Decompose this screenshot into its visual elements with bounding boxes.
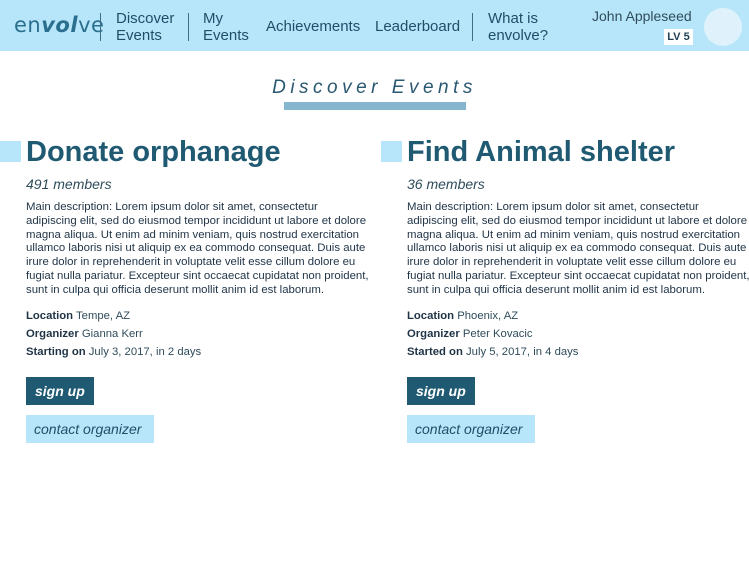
event-location: Location Tempe, AZ [26,309,131,322]
event-card-donate-orphanage: Donate orphanage 491 members Main descri… [0,135,371,443]
level-badge: LV 5 [664,29,693,45]
nav-my-events[interactable]: My Events [203,10,249,44]
event-details: Location Tempe, AZ Organizer Gianna Kerr… [26,307,371,361]
event-organizer: Organizer Gianna Kerr [26,327,143,340]
card-marker [0,141,21,162]
user-avatar[interactable] [704,8,742,46]
event-card-find-animal-shelter: Find Animal shelter 36 members Main desc… [381,135,749,443]
user-name[interactable]: John Appleseed [592,8,692,24]
sign-up-button[interactable]: sign up [407,376,475,405]
card-marker [381,141,402,162]
event-details: Location Phoenix, AZ Organizer Peter Kov… [407,307,749,361]
event-location: Location Phoenix, AZ [407,309,519,322]
nav-leaderboard[interactable]: Leaderboard [375,18,460,35]
top-navigation-bar: envolve Discover Events My Events Achiev… [0,0,749,51]
contact-organizer-button[interactable]: contact organizer [26,414,154,443]
member-count: 491 members [26,176,112,192]
nav-divider [100,13,101,41]
nav-divider [472,13,473,41]
envolve-logo[interactable]: envolve [14,13,104,37]
nav-achievements[interactable]: Achievements [266,18,360,35]
member-count: 36 members [407,176,485,192]
event-description: Main description: Lorem ipsum dolor sit … [26,201,369,296]
event-title[interactable]: Find Animal shelter [407,135,749,169]
nav-divider [188,13,189,41]
nav-what-is-envolve[interactable]: What is envolve? [488,10,548,44]
event-title[interactable]: Donate orphanage [26,135,371,169]
sign-up-button[interactable]: sign up [26,376,94,405]
event-organizer: Organizer Peter Kovacic [407,327,533,340]
event-description: Main description: Lorem ipsum dolor sit … [407,201,749,296]
contact-organizer-button[interactable]: contact organizer [407,414,535,443]
event-start-date: Starting on July 3, 2017, in 2 days [26,345,202,358]
event-start-date: Started on July 5, 2017, in 4 days [407,345,579,358]
nav-discover-events[interactable]: Discover Events [116,10,174,44]
title-underline [284,102,466,110]
page-title: Discover Events [272,77,477,98]
